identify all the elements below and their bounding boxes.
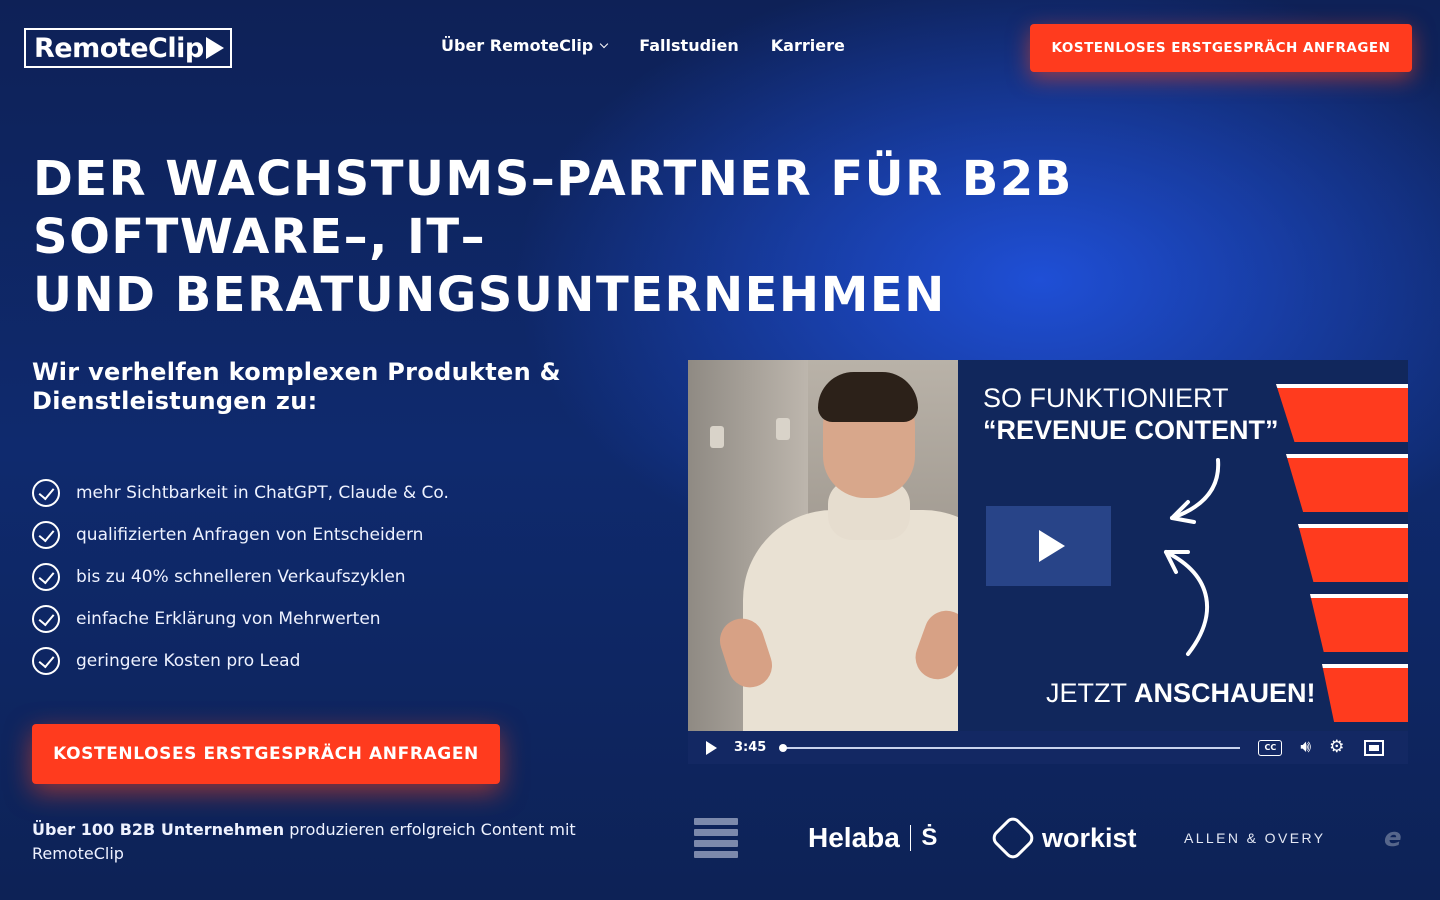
presenter-photo (688, 360, 958, 731)
logo-bar (694, 829, 738, 836)
stacked-bars-logo (694, 806, 738, 870)
sparkasse-icon: Ṡ (921, 824, 938, 851)
client-logo-strip: Helaba Ṡ workist ALLEN & OVERY e (690, 806, 1408, 870)
check-circle-icon (32, 605, 60, 633)
benefit-item: geringere Kosten pro Lead (32, 640, 449, 682)
logo-text: RemoteClip (34, 32, 204, 64)
video-progress-track[interactable] (779, 743, 1241, 752)
arrow-icon (1164, 458, 1221, 656)
partial-logo: e (1384, 823, 1402, 853)
video-cta-light: JETZT (1046, 678, 1135, 708)
logo-bar (694, 851, 738, 858)
volume-icon[interactable]: 🔊︎ (1300, 739, 1311, 756)
benefit-item: einfache Erklärung von Mehrwerten (32, 598, 449, 640)
benefit-item: mehr Sichtbarkeit in ChatGPT, Claude & C… (32, 472, 449, 514)
chevron-down-icon (600, 39, 609, 48)
check-circle-icon (32, 521, 60, 549)
video-controls: 3:45 CC 🔊︎ ⚙︎ (688, 731, 1408, 764)
funnel-segment (1286, 454, 1408, 512)
workist-icon (988, 813, 1038, 863)
play-logo-icon (205, 37, 224, 59)
video-player[interactable]: SO FUNKTIONIERT “REVENUE CONTENT” JETZT … (688, 360, 1408, 764)
nav-cta-button[interactable]: KOSTENLOSES ERSTGESPRÄCH ANFRAGEN (1030, 24, 1412, 72)
logo-bar (694, 818, 738, 825)
helaba-logo: Helaba Ṡ (808, 806, 937, 870)
nav-link-fallstudien[interactable]: Fallstudien (639, 36, 739, 55)
video-play-button[interactable] (986, 506, 1111, 586)
workist-logo: workist (988, 806, 1137, 870)
nav-link-label: Über RemoteClip (441, 36, 594, 55)
benefit-text: geringere Kosten pro Lead (76, 651, 301, 671)
video-title-line-2: “REVENUE CONTENT” (983, 415, 1279, 445)
presenter-hair (818, 372, 918, 422)
check-circle-icon (32, 479, 60, 507)
benefit-text: einfache Erklärung von Mehrwerten (76, 609, 381, 629)
nav-link-label: Fallstudien (639, 36, 739, 55)
wall-lamp (710, 426, 724, 448)
funnel-segment (1310, 594, 1408, 652)
benefit-text: bis zu 40% schnelleren Verkaufszyklen (76, 567, 406, 587)
workist-wordmark: workist (1042, 822, 1137, 853)
remoteclip-logo[interactable]: RemoteClip (24, 28, 232, 68)
nav-links: Über RemoteClip Fallstudien Karriere (441, 36, 845, 55)
hero-title-line-1: DER WACHSTUMS–PARTNER FÜR B2B SOFTWARE–,… (33, 151, 1073, 265)
funnel-segment (1298, 524, 1408, 582)
video-duration: 3:45 (734, 740, 767, 755)
nav-link-karriere[interactable]: Karriere (771, 36, 845, 55)
social-proof-text: Über 100 B2B Unternehmen produzieren erf… (32, 818, 612, 866)
nav-link-ueber-remoteclip[interactable]: Über RemoteClip (441, 36, 609, 55)
presenter-sweater (743, 510, 958, 731)
logo-divider (909, 825, 912, 851)
benefit-list: mehr Sichtbarkeit in ChatGPT, Claude & C… (32, 472, 449, 682)
closed-captions-icon[interactable]: CC (1258, 739, 1283, 756)
video-progress-handle[interactable] (779, 743, 788, 752)
helaba-wordmark: Helaba (808, 822, 900, 853)
wall-lamp (776, 418, 790, 440)
video-title-line-1: SO FUNKTIONIERT (983, 383, 1229, 413)
allen-overy-logo: ALLEN & OVERY (1184, 830, 1326, 846)
check-circle-icon (32, 647, 60, 675)
logo-bar (694, 840, 738, 847)
play-icon[interactable] (706, 740, 717, 755)
hero-title-line-2: UND BERATUNGSUNTERNEHMEN (33, 267, 946, 323)
hero-title: DER WACHSTUMS–PARTNER FÜR B2B SOFTWARE–,… (33, 150, 1423, 324)
nav-link-label: Karriere (770, 36, 845, 55)
top-navigation: RemoteClip Über RemoteClip Fallstudien K… (0, 0, 1440, 96)
video-thumbnail-title: SO FUNKTIONIERT “REVENUE CONTENT” (983, 382, 1279, 446)
settings-gear-icon[interactable]: ⚙︎ (1329, 739, 1344, 756)
benefit-item: qualifizierten Anfragen von Entscheidern (32, 514, 449, 556)
check-circle-icon (32, 563, 60, 591)
hero-subheadline: Wir verhelfen komplexen Produkten & Dien… (32, 358, 561, 415)
play-icon (1038, 530, 1065, 562)
benefit-item: bis zu 40% schnelleren Verkaufszyklen (32, 556, 449, 598)
funnel-segment (1322, 664, 1408, 722)
video-cta-bold: ANSCHAUEN! (1134, 678, 1316, 708)
benefit-text: mehr Sichtbarkeit in ChatGPT, Claude & C… (76, 483, 449, 503)
social-proof-bold: Über 100 B2B Unternehmen (32, 820, 285, 839)
video-thumbnail-cta: JETZT ANSCHAUEN! (1046, 678, 1316, 709)
funnel-segment (1276, 384, 1408, 442)
benefit-text: qualifizierten Anfragen von Entscheidern (76, 525, 424, 545)
hero-cta-button[interactable]: KOSTENLOSES ERSTGESPRÄCH ANFRAGEN (32, 724, 500, 784)
fullscreen-icon[interactable] (1364, 739, 1385, 756)
